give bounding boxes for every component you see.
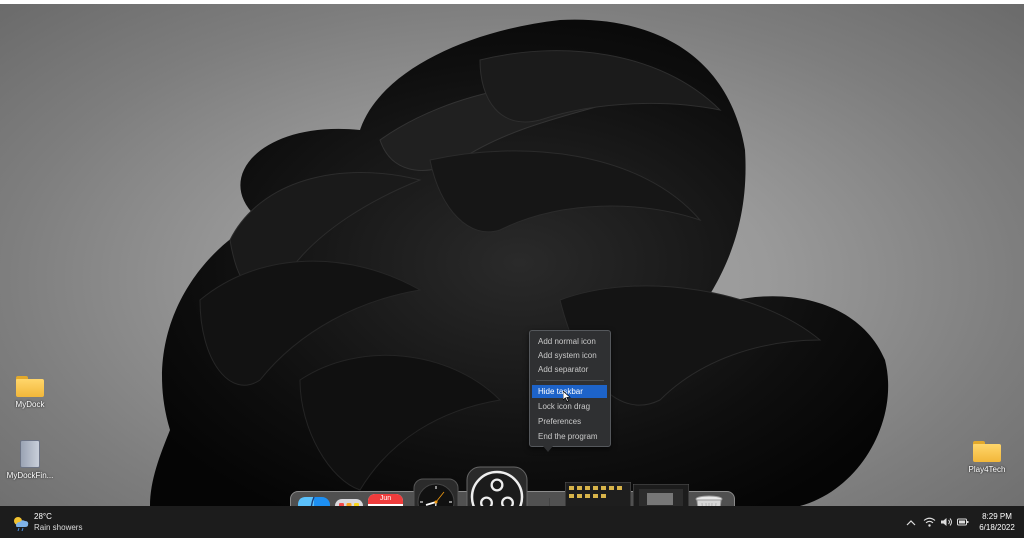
menu-item-add-normal-icon[interactable]: Add normal icon [532, 335, 607, 348]
menu-item-preferences[interactable]: Preferences [532, 415, 607, 428]
desktop-icon-label: MyDock [15, 400, 45, 409]
system-clock[interactable]: 8:29 PM 6/18/2022 [972, 511, 1022, 535]
wifi-icon[interactable] [923, 517, 936, 527]
mouse-cursor-icon [563, 391, 571, 402]
dock-item-trash[interactable] [693, 494, 725, 506]
dock-item-calendar[interactable]: Jun 18 [368, 494, 403, 506]
window-preview-icon [564, 481, 632, 506]
menu-item-add-system-icon[interactable]: Add system icon [532, 349, 607, 362]
dock: Jun 18 [290, 466, 735, 506]
desktop-icon-label: Play4Tech [968, 465, 1006, 474]
finder-icon [298, 496, 330, 506]
folder-icon [973, 441, 1001, 462]
clock-date: 6/18/2022 [979, 523, 1015, 532]
weather-desc: Rain showers [34, 523, 83, 532]
desktop-icon-mydockfinder[interactable]: MyDockFin... [0, 440, 64, 480]
file-icon [20, 440, 40, 468]
rain-cloud-icon [14, 517, 29, 531]
wallpaper-bloom [150, 19, 889, 506]
obs-icon [466, 466, 528, 506]
weather-widget[interactable]: 28°C Rain showers [10, 511, 100, 535]
dock-item-window-preview[interactable] [632, 483, 690, 506]
launchpad-icon [335, 499, 363, 506]
dock-context-menu: Add normal icon Add system icon Add sepa… [529, 330, 611, 452]
dock-item-finder[interactable] [297, 496, 331, 506]
desktop-icon-mydock[interactable]: MyDock [0, 376, 60, 409]
chevron-up-icon[interactable] [906, 519, 916, 526]
clock-icon [413, 478, 459, 506]
dock-item-window-preview[interactable] [564, 481, 632, 506]
calendar-month: Jun [368, 494, 403, 504]
menu-item-end-program[interactable]: End the program [532, 430, 607, 443]
battery-icon[interactable] [957, 517, 969, 527]
dock-item-launchpad[interactable] [334, 498, 364, 506]
taskbar: 28°C Rain showers 8:29 PM 6/18/2022 [0, 506, 1024, 538]
desktop-icon-label: MyDockFin... [6, 471, 54, 480]
weather-temp: 28°C [34, 512, 52, 521]
folder-icon [16, 376, 44, 397]
dock-item-clock[interactable] [413, 478, 459, 506]
desktop: MyDock MyDockFin... Play4Tech Add normal… [0, 0, 1024, 506]
clock-time: 8:29 PM [982, 512, 1012, 521]
trash-icon [695, 495, 723, 506]
menu-item-add-separator[interactable]: Add separator [532, 363, 607, 376]
dock-separator [549, 498, 550, 506]
dock-item-obs[interactable] [466, 466, 528, 506]
window-preview-icon [632, 483, 690, 506]
desktop-icon-play4tech[interactable]: Play4Tech [957, 441, 1017, 474]
volume-icon[interactable] [940, 517, 953, 527]
menu-separator [536, 380, 604, 381]
